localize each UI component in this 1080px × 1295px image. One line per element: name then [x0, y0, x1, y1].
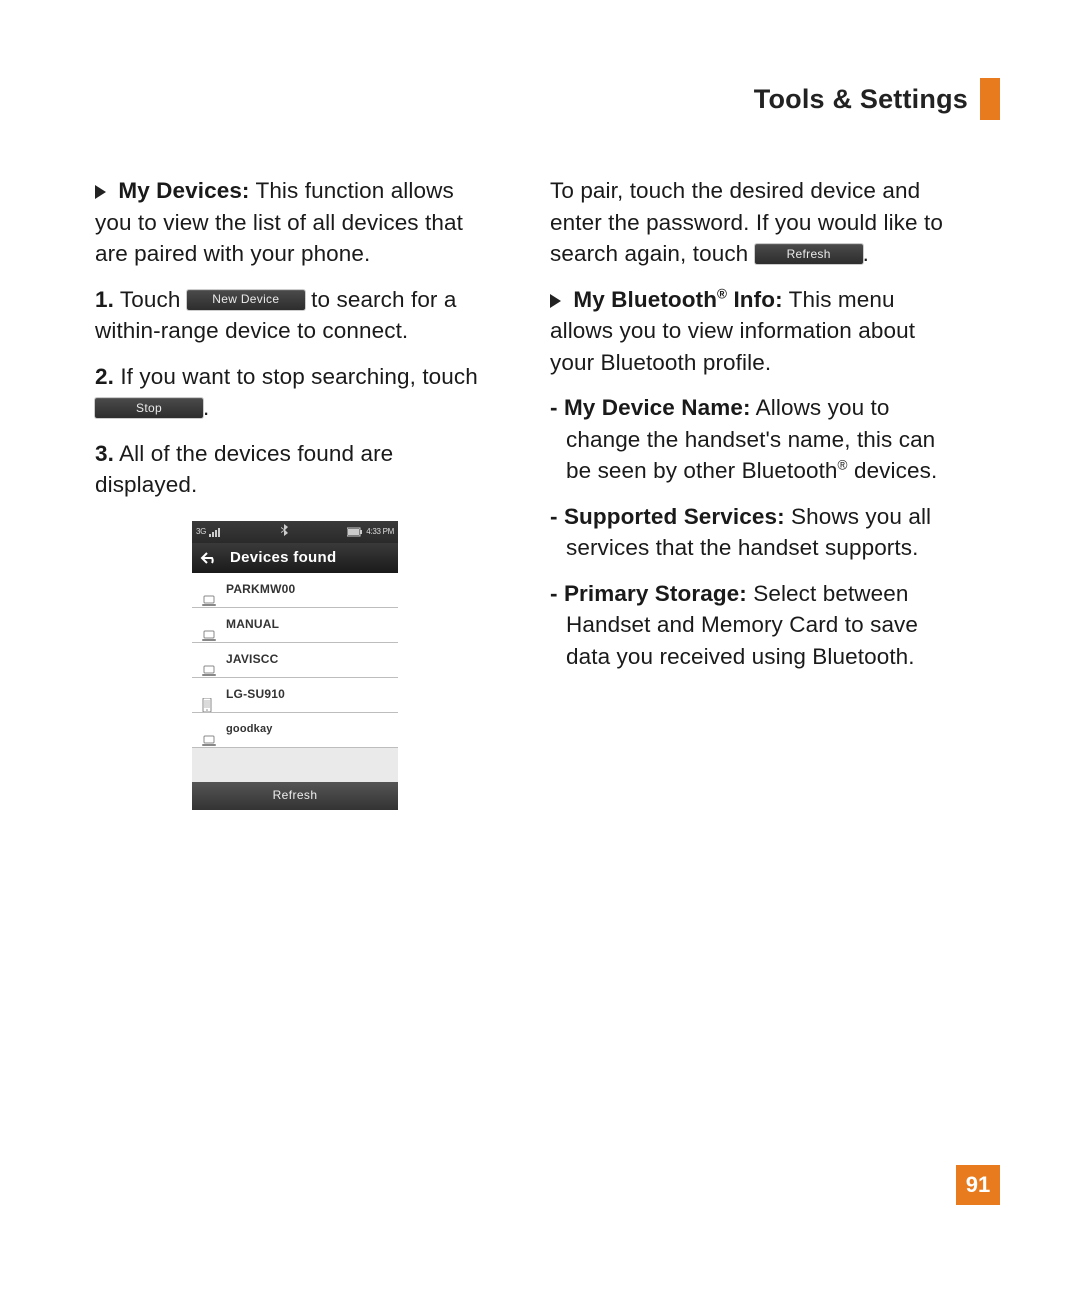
phone-titlebar: Devices found — [192, 543, 398, 573]
device-name: MANUAL — [226, 616, 279, 633]
bt-info-label-b: Info: — [727, 287, 783, 312]
refresh-button[interactable]: Refresh — [192, 782, 398, 810]
services-label: Supported Services: — [564, 504, 785, 529]
signal-icon — [209, 527, 223, 537]
left-column: My Devices: This function allows you to … — [95, 175, 495, 810]
devices-found-title: Devices found — [230, 547, 336, 568]
refresh-inline-button[interactable]: Refresh — [755, 244, 863, 264]
content-columns: My Devices: This function allows you to … — [95, 175, 1000, 810]
laptop-icon — [202, 724, 216, 736]
step-2-post: . — [203, 395, 209, 420]
phone-screenshot: 3G 4:33 PM Devices found — [192, 521, 398, 810]
laptop-icon — [202, 584, 216, 596]
pair-pre: To pair, touch the desired device and en… — [550, 178, 943, 266]
step-3: 3. All of the devices found are displaye… — [95, 438, 495, 501]
bt-info-label-a: My Bluetooth — [573, 287, 717, 312]
device-name: LG-SU910 — [226, 686, 285, 703]
triangle-bullet-icon — [550, 294, 561, 308]
page-number: 91 — [956, 1165, 1000, 1205]
device-row[interactable]: LG-SU910 — [192, 678, 398, 713]
device-row[interactable]: MANUAL — [192, 608, 398, 643]
device-name: JAVISCC — [226, 651, 279, 668]
device-row[interactable]: goodkay — [192, 713, 398, 748]
device-name: PARKMW00 — [226, 581, 295, 598]
dash-icon: - — [550, 581, 564, 606]
device-row[interactable]: JAVISCC — [192, 643, 398, 678]
my-devices-paragraph: My Devices: This function allows you to … — [95, 175, 495, 270]
pair-post: . — [863, 241, 869, 266]
my-device-name-item: - My Device Name: Allows you to change t… — [550, 392, 950, 487]
dash-icon: - — [550, 504, 564, 529]
pair-paragraph: To pair, touch the desired device and en… — [550, 175, 950, 270]
list-spacer — [192, 748, 398, 782]
storage-label: Primary Storage: — [564, 581, 747, 606]
registered-icon: ® — [717, 286, 727, 301]
right-column: To pair, touch the desired device and en… — [550, 175, 950, 810]
step-1-number: 1. — [95, 287, 114, 312]
device-list: PARKMW00 MANUAL JAVISCC LG-SU910 goodkay Refr… — [192, 573, 398, 810]
supported-services-item: - Supported Services: Shows you all serv… — [550, 501, 950, 564]
device-name: goodkay — [226, 722, 273, 737]
triangle-bullet-icon — [95, 185, 106, 199]
step-2-number: 2. — [95, 364, 114, 389]
step-1: 1. Touch New Device to search for a with… — [95, 284, 495, 347]
device-name-tail: devices. — [848, 458, 938, 483]
step-3-number: 3. — [95, 441, 114, 466]
back-icon[interactable] — [198, 547, 220, 569]
step-3-text: All of the devices found are displayed. — [95, 441, 393, 498]
step-2-pre: If you want to stop searching, touch — [114, 364, 478, 389]
page-header: Tools & Settings — [754, 78, 1000, 120]
laptop-icon — [202, 654, 216, 666]
registered-icon: ® — [838, 458, 848, 473]
new-device-button[interactable]: New Device — [187, 290, 305, 310]
stop-button[interactable]: Stop — [95, 398, 203, 418]
status-right: 4:33 PM — [347, 526, 394, 537]
bluetooth-icon — [281, 524, 289, 539]
page-title: Tools & Settings — [754, 84, 968, 115]
primary-storage-item: - Primary Storage: Select between Handse… — [550, 578, 950, 673]
status-left: 3G — [196, 526, 223, 537]
phone-statusbar: 3G 4:33 PM — [192, 521, 398, 543]
step-1-pre: Touch — [114, 287, 187, 312]
dash-icon: - — [550, 395, 564, 420]
header-accent-block — [980, 78, 1000, 120]
bt-info-paragraph: My Bluetooth® Info: This menu allows you… — [550, 284, 950, 379]
step-2: 2. If you want to stop searching, touch … — [95, 361, 495, 424]
network-icon: 3G — [196, 526, 206, 537]
manual-page: Tools & Settings My Devices: This functi… — [0, 0, 1080, 1295]
device-row[interactable]: PARKMW00 — [192, 573, 398, 608]
laptop-icon — [202, 619, 216, 631]
device-name-label: My Device Name: — [564, 395, 751, 420]
status-time: 4:33 PM — [366, 526, 394, 537]
phone-icon — [202, 689, 216, 701]
battery-icon — [347, 527, 363, 537]
my-devices-label: My Devices: — [118, 178, 249, 203]
